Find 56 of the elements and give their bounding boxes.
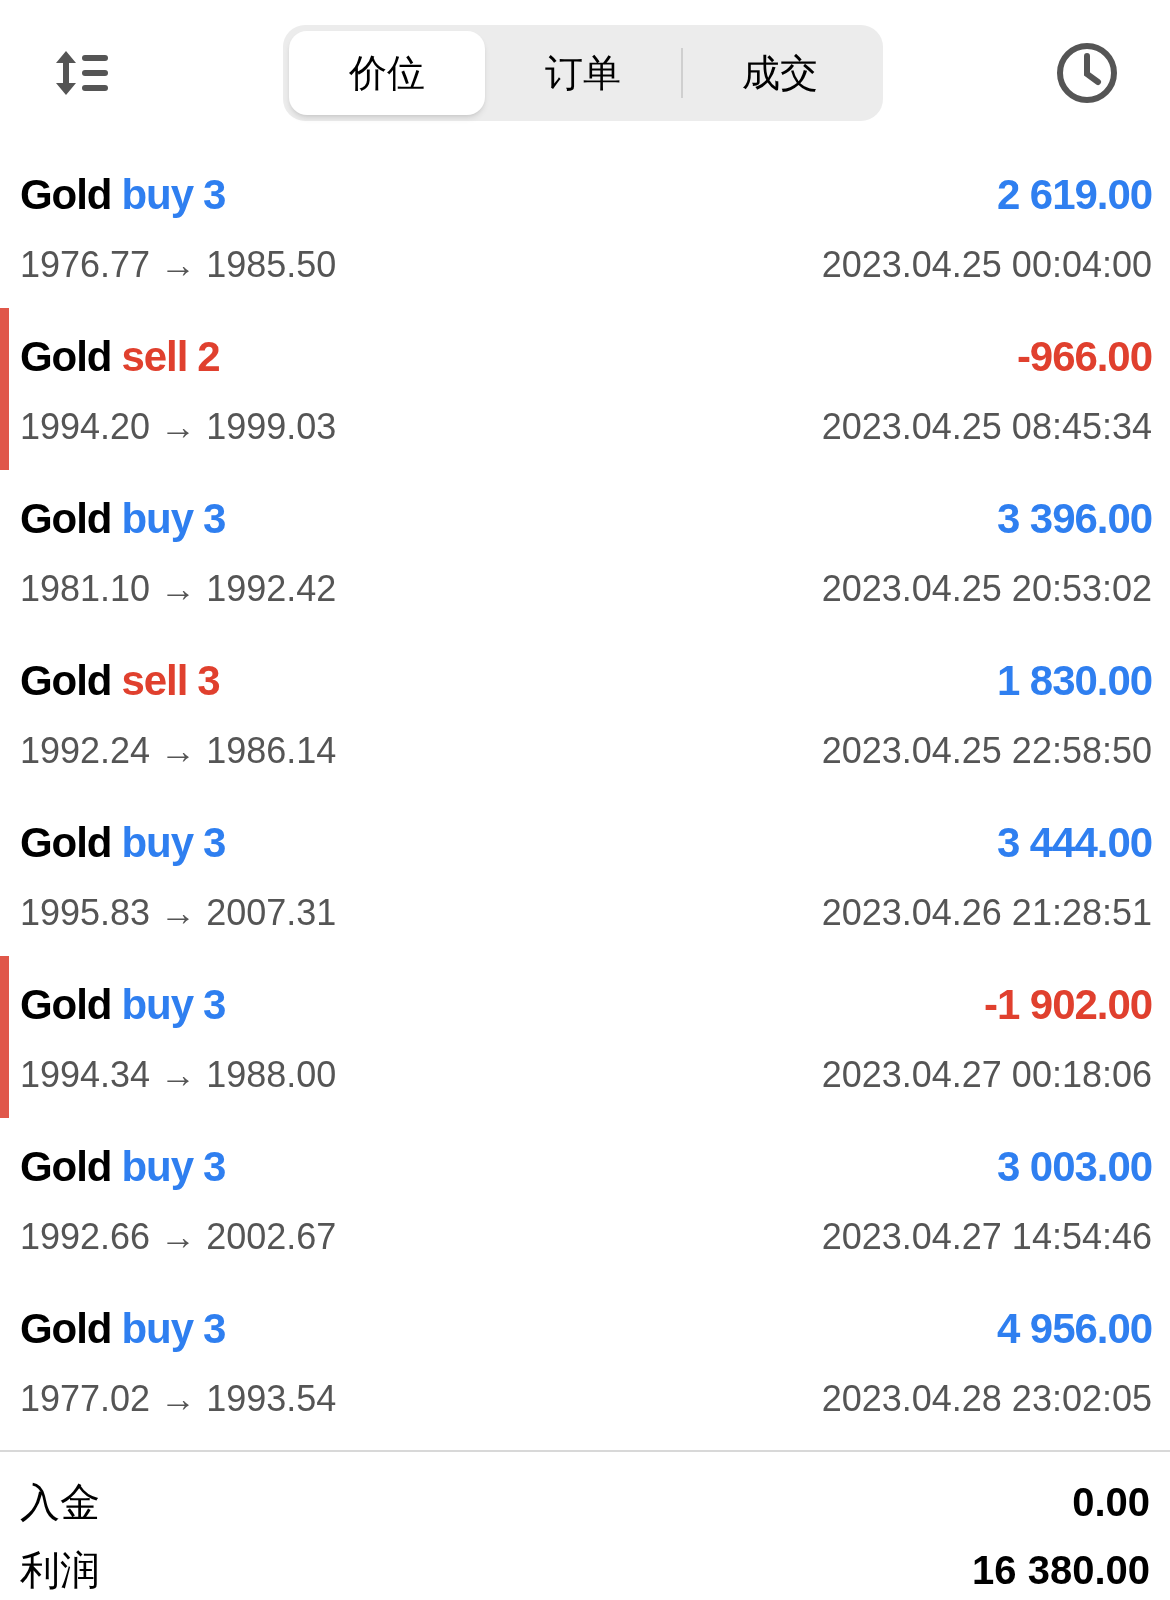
trade-side: sell (121, 331, 188, 382)
volume: 3 (203, 493, 226, 544)
deal-time: 2023.04.25 22:58:50 (821, 728, 1152, 773)
symbol: Gold (20, 979, 112, 1030)
deal-time: 2023.04.25 08:45:34 (821, 404, 1152, 449)
trade-side: buy (121, 979, 193, 1030)
trade-side: sell (121, 655, 188, 706)
tab[interactable]: 价位 (289, 31, 485, 115)
deal-time: 2023.04.25 20:53:02 (821, 566, 1152, 611)
trade-side: buy (121, 817, 193, 868)
profit: 2 619.00 (996, 169, 1152, 220)
summary-value: 0.00 (1072, 1479, 1150, 1526)
symbol: Gold (20, 493, 112, 544)
symbol: Gold (20, 655, 112, 706)
summary-value: 16 380.00 (972, 1547, 1150, 1594)
price-range: 1981.10 → 1992.42 (20, 566, 337, 611)
profit: -1 902.00 (983, 979, 1152, 1030)
symbol: Gold (20, 1141, 112, 1192)
tab[interactable]: 订单 (485, 31, 681, 115)
volume: 2 (197, 331, 220, 382)
price-range: 1994.34 → 1988.00 (20, 1052, 337, 1097)
volume: 3 (197, 655, 220, 706)
symbol: Gold (20, 817, 112, 868)
profit: 3 444.00 (996, 817, 1152, 868)
volume: 3 (203, 1303, 226, 1354)
profit: 1 830.00 (996, 655, 1152, 706)
trade-side: buy (121, 169, 193, 220)
symbol: Gold (20, 1303, 112, 1354)
volume: 3 (203, 1141, 226, 1192)
tab[interactable]: 成交 (683, 31, 877, 115)
volume: 3 (203, 169, 226, 220)
price-range: 1977.02 → 1993.54 (20, 1376, 337, 1421)
profit: -966.00 (1016, 331, 1152, 382)
trade-side: buy (121, 1141, 193, 1192)
volume: 3 (203, 817, 226, 868)
deal-time: 2023.04.25 00:04:00 (821, 242, 1152, 287)
price-range: 1994.20 → 1999.03 (20, 404, 337, 449)
price-range: 1995.83 → 2007.31 (20, 890, 337, 935)
volume: 3 (203, 979, 226, 1030)
clock-icon[interactable] (1056, 42, 1118, 104)
trade-side: buy (121, 1303, 193, 1354)
profit: 4 956.00 (996, 1303, 1152, 1354)
profit: 3 396.00 (996, 493, 1152, 544)
deal-time: 2023.04.28 23:02:05 (821, 1376, 1152, 1421)
symbol: Gold (20, 331, 112, 382)
symbol: Gold (20, 169, 112, 220)
summary-label: 利润 (20, 1547, 100, 1594)
profit: 3 003.00 (996, 1141, 1152, 1192)
price-range: 1992.24 → 1986.14 (20, 728, 337, 773)
deal-time: 2023.04.27 14:54:46 (821, 1214, 1152, 1259)
trade-side: buy (121, 493, 193, 544)
deal-time: 2023.04.26 21:28:51 (821, 890, 1152, 935)
price-range: 1976.77 → 1985.50 (20, 242, 337, 287)
price-range: 1992.66 → 2002.67 (20, 1214, 337, 1259)
summary-label: 入金 (20, 1479, 100, 1526)
deal-time: 2023.04.27 00:18:06 (821, 1052, 1152, 1097)
